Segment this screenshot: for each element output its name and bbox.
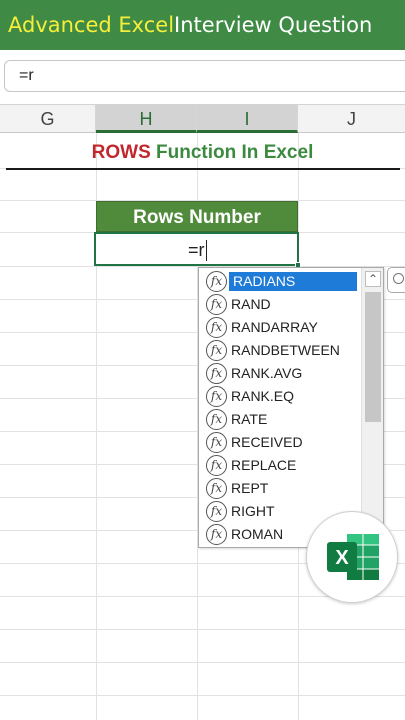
autocomplete-scrollbar[interactable]: ⌃ [361, 268, 383, 547]
rows-number-header-cell[interactable]: Rows Number [96, 201, 298, 232]
autocomplete-item-label: RANDBETWEEN [231, 342, 340, 358]
column-header-j[interactable]: J [298, 105, 405, 133]
autocomplete-item[interactable]: fx RANK.AVG [199, 362, 361, 385]
autocomplete-item-label: RADIANS [229, 272, 357, 291]
autocomplete-item-label: REPLACE [231, 457, 297, 473]
scrollbar-thumb[interactable] [365, 292, 381, 422]
fx-function-icon: fx [206, 271, 227, 292]
excel-logo-letter: X [335, 547, 349, 569]
column-header-i[interactable]: I [197, 105, 298, 133]
search-icon[interactable] [387, 267, 405, 293]
fx-function-icon: fx [206, 432, 227, 453]
autocomplete-item[interactable]: fx RADIANS [199, 270, 361, 293]
fx-function-icon: fx [206, 294, 227, 315]
autocomplete-item-label: RANK.AVG [231, 365, 303, 381]
fx-function-icon: fx [206, 363, 227, 384]
autocomplete-item[interactable]: fx RECEIVED [199, 431, 361, 454]
fx-function-icon: fx [206, 409, 227, 430]
chevron-up-icon[interactable]: ⌃ [365, 271, 381, 287]
banner-rest: Interview Question [174, 13, 373, 37]
fx-function-icon: fx [206, 386, 227, 407]
excel-logo-icon: X [306, 511, 398, 603]
banner-title: Advanced Excel Interview Question [0, 0, 405, 50]
autocomplete-item-label: RANK.EQ [231, 388, 295, 404]
fx-function-icon: fx [206, 501, 227, 522]
banner-highlight: Advanced Excel [8, 13, 175, 37]
column-header-g[interactable]: G [0, 105, 96, 133]
autocomplete-item-label: RIGHT [231, 503, 275, 519]
fx-function-icon: fx [206, 478, 227, 499]
fx-function-icon: fx [206, 455, 227, 476]
active-cell-value: =r [188, 240, 205, 260]
autocomplete-item[interactable]: fx REPT [199, 477, 361, 500]
formula-bar[interactable]: =r [4, 60, 405, 92]
sheet-title: ROWS Function In Excel [0, 137, 405, 169]
autocomplete-item-label: RAND [231, 296, 271, 312]
autocomplete-item[interactable]: fx REPLACE [199, 454, 361, 477]
autocomplete-item-label: RANDARRAY [231, 319, 318, 335]
title-underline [6, 168, 400, 170]
formula-bar-text: =r [19, 67, 34, 84]
column-header-row: G H I J [0, 104, 405, 133]
autocomplete-item[interactable]: fx RANDARRAY [199, 316, 361, 339]
function-autocomplete-list[interactable]: fx RADIANS fx RAND fx RANDARRAY fx RANDB… [198, 267, 384, 548]
autocomplete-item[interactable]: fx RATE [199, 408, 361, 431]
autocomplete-item[interactable]: fx RAND [199, 293, 361, 316]
active-cell[interactable]: =r [94, 232, 299, 266]
fx-function-icon: fx [206, 340, 227, 361]
text-caret [206, 240, 207, 261]
column-header-h[interactable]: H [96, 105, 197, 133]
fx-function-icon: fx [206, 317, 227, 338]
sheet-title-rest: Function In Excel [150, 142, 314, 163]
autocomplete-item-label: RATE [231, 411, 268, 427]
autocomplete-item-label: RECEIVED [231, 434, 303, 450]
fx-function-icon: fx [206, 524, 227, 545]
autocomplete-item-label: REPT [231, 480, 269, 496]
autocomplete-item-label: ROMAN [231, 526, 284, 542]
sheet-title-rows: ROWS [91, 142, 151, 163]
autocomplete-item[interactable]: fx RANK.EQ [199, 385, 361, 408]
autocomplete-item[interactable]: fx RANDBETWEEN [199, 339, 361, 362]
